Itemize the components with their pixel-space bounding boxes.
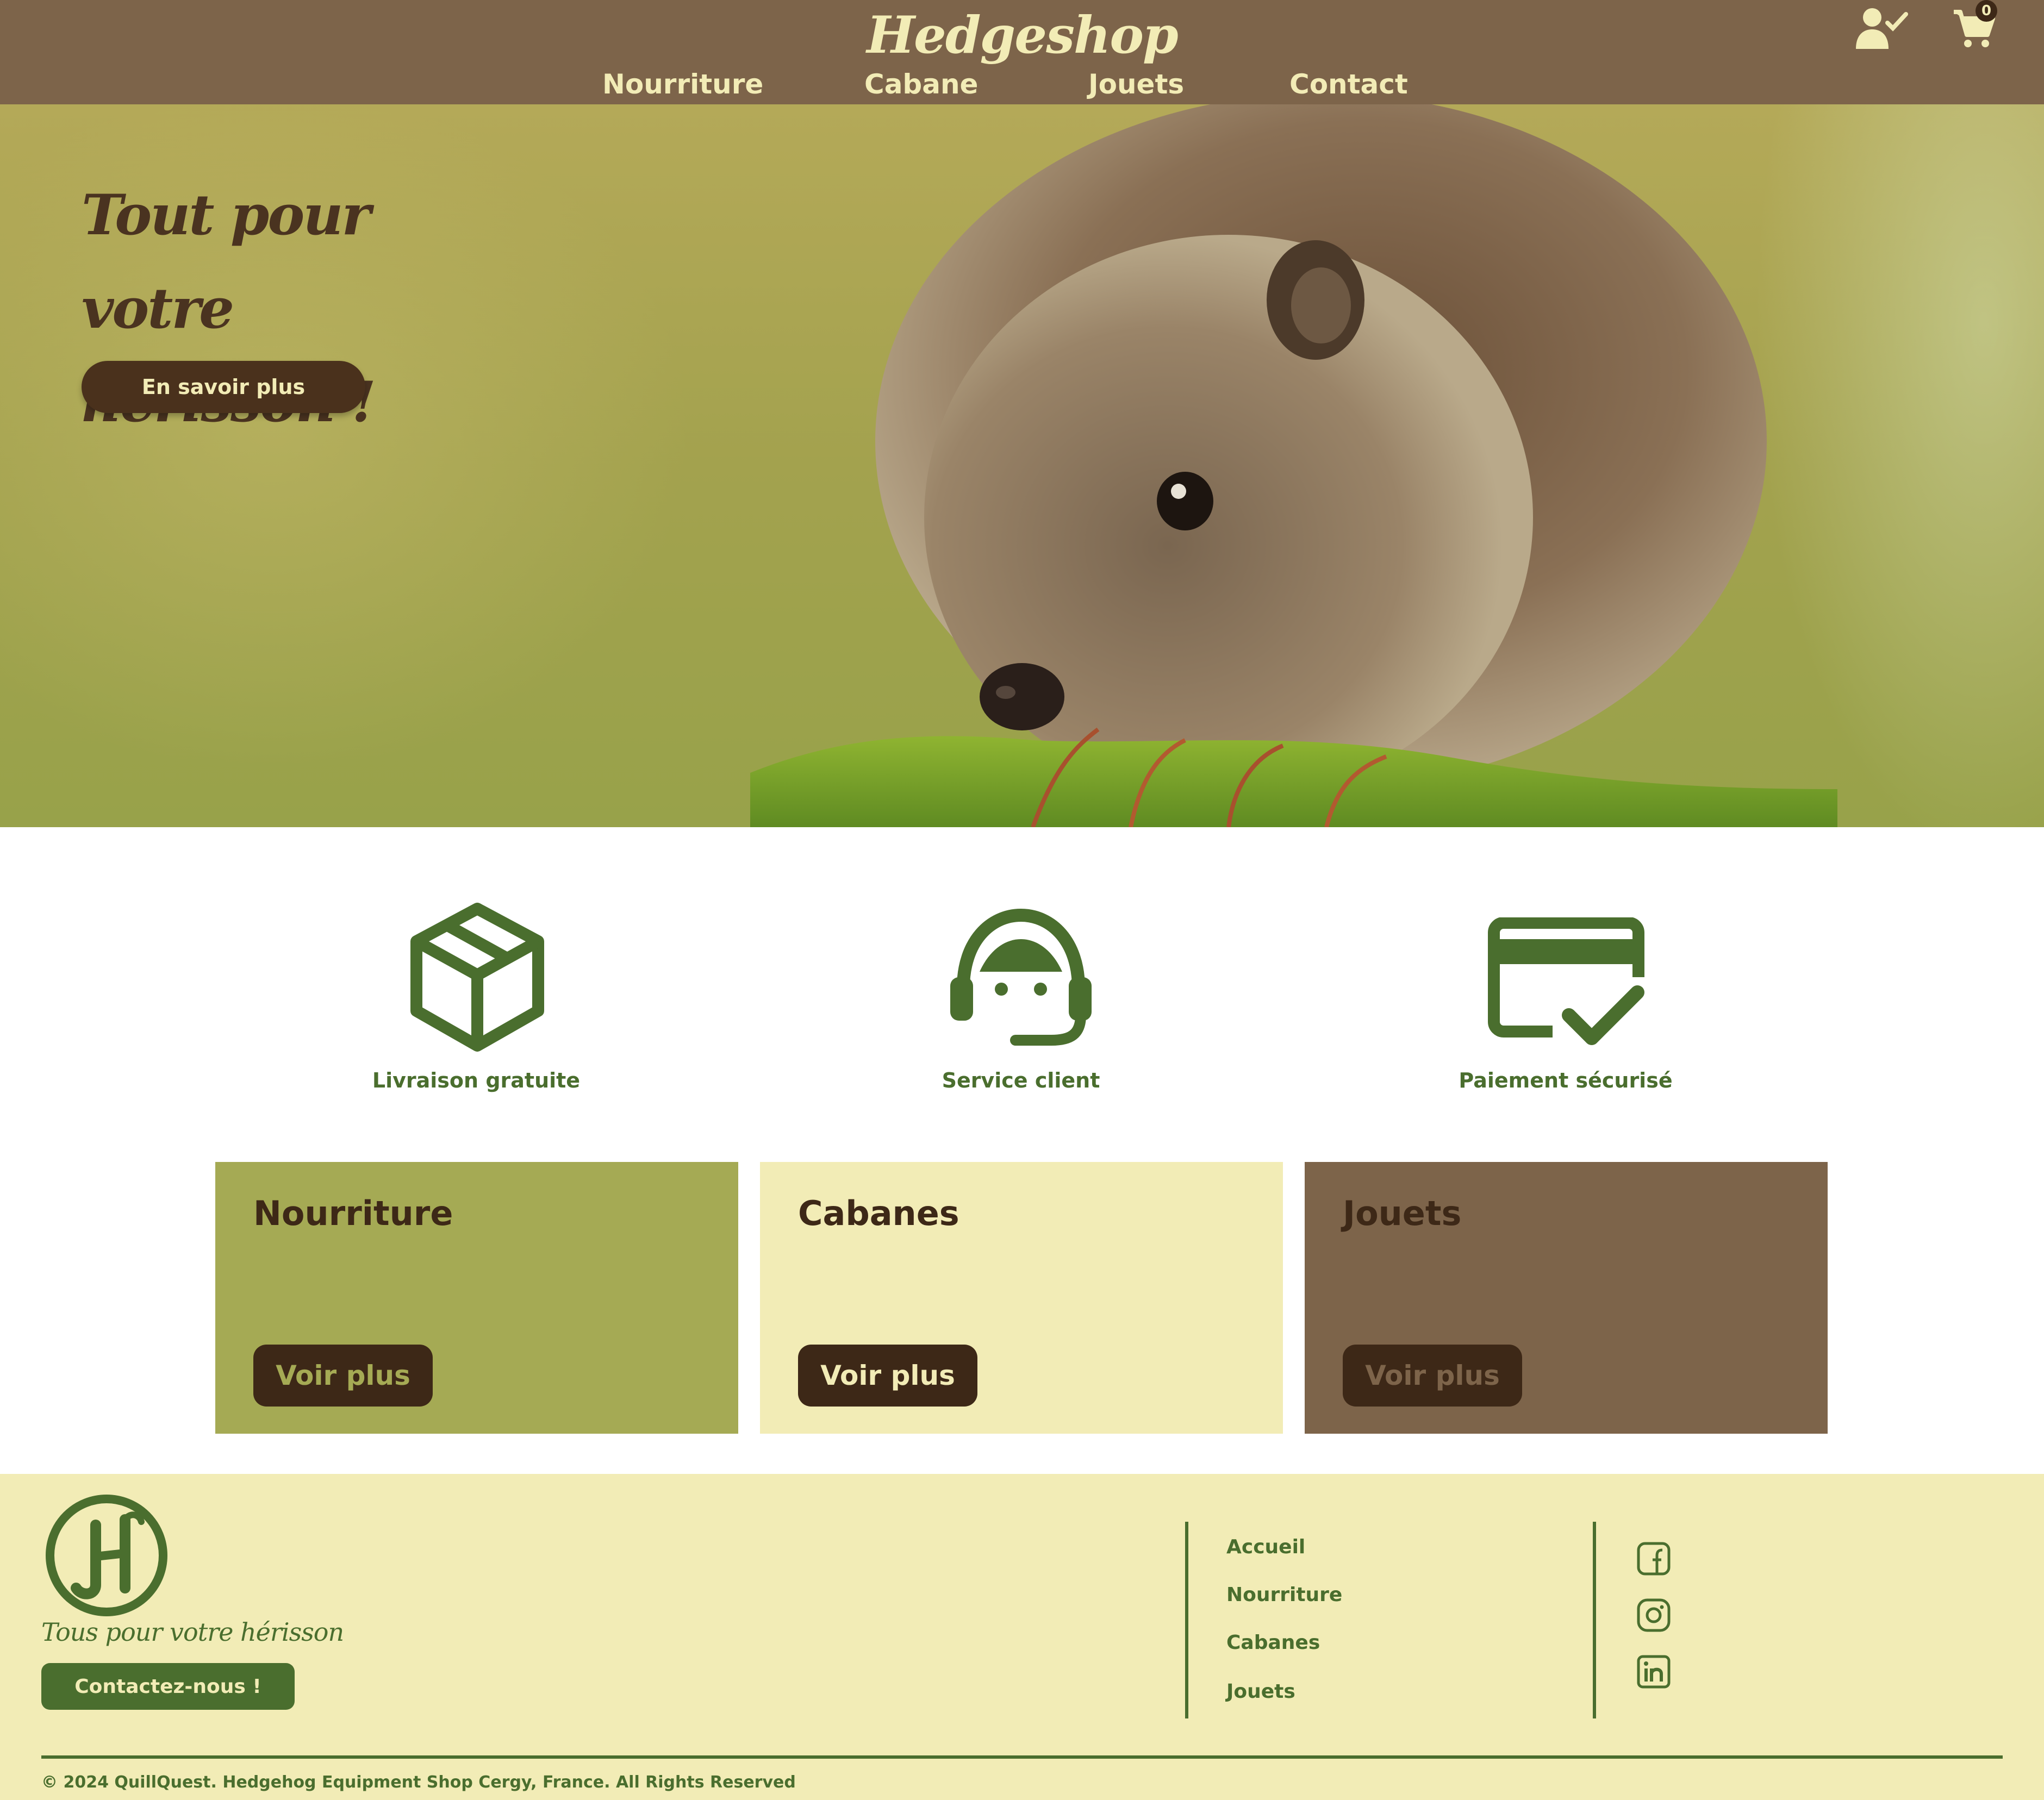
hero-banner: Tout pour votre hérisson ! En savoir plu… (0, 104, 2044, 827)
credit-card-check-icon (1488, 917, 1644, 1045)
feature-free-delivery: Livraison gratuite (313, 902, 639, 1109)
footer-tagline: Tous pour votre hérisson (41, 1617, 344, 1647)
footer-divider (1593, 1522, 1596, 1718)
see-more-button[interactable]: Voir plus (1343, 1345, 1522, 1407)
feature-secure-payment: Paiement sécurisé (1403, 902, 1729, 1109)
footer-divider (1185, 1522, 1188, 1718)
feature-label: Service client (942, 1068, 1100, 1092)
nav-item-cabane[interactable]: Cabane (864, 64, 978, 104)
linkedin-icon[interactable] (1636, 1654, 1671, 1689)
hero-title-line-1: Tout pour votre (82, 183, 371, 341)
nav-item-nourriture[interactable]: Nourriture (602, 64, 763, 104)
hedgehog-image (750, 104, 1837, 827)
see-more-button[interactable]: Voir plus (798, 1345, 977, 1407)
category-card-jouets: Jouets Voir plus (1305, 1162, 1828, 1434)
nav-item-jouets[interactable]: Jouets (1088, 64, 1184, 104)
package-icon (410, 903, 544, 1052)
instagram-icon[interactable] (1636, 1598, 1671, 1633)
site-logo[interactable]: Hedgeshop (0, 0, 2044, 71)
footer-link-jouets[interactable]: Jouets (1226, 1680, 1295, 1703)
contact-us-button[interactable]: Contactez-nous ! (41, 1663, 295, 1710)
category-card-nourriture: Nourriture Voir plus (215, 1162, 738, 1434)
footer-separator (41, 1755, 2003, 1759)
see-more-button[interactable]: Voir plus (253, 1345, 433, 1407)
user-check-icon[interactable] (1854, 7, 1908, 50)
footer-link-cabanes[interactable]: Cabanes (1226, 1632, 1320, 1654)
cart-count-badge: 0 (1976, 0, 1997, 22)
headset-icon (950, 908, 1092, 1046)
nav-item-contact[interactable]: Contact (1289, 64, 1408, 104)
facebook-icon[interactable] (1636, 1541, 1671, 1576)
footer-logo[interactable] (43, 1492, 170, 1618)
feature-label: Paiement sécurisé (1459, 1068, 1673, 1092)
card-title: Jouets (1343, 1193, 1462, 1233)
card-title: Cabanes (798, 1193, 959, 1233)
feature-customer-service: Service client (858, 902, 1184, 1109)
footer-link-accueil[interactable]: Accueil (1226, 1536, 1305, 1558)
card-title: Nourriture (253, 1193, 453, 1233)
copyright-text: © 2024 QuillQuest. Hedgehog Equipment Sh… (41, 1773, 796, 1792)
footer-link-nourriture[interactable]: Nourriture (1226, 1584, 1342, 1606)
learn-more-button[interactable]: En savoir plus (82, 361, 365, 413)
feature-label: Livraison gratuite (372, 1068, 581, 1092)
category-card-cabanes: Cabanes Voir plus (760, 1162, 1283, 1434)
